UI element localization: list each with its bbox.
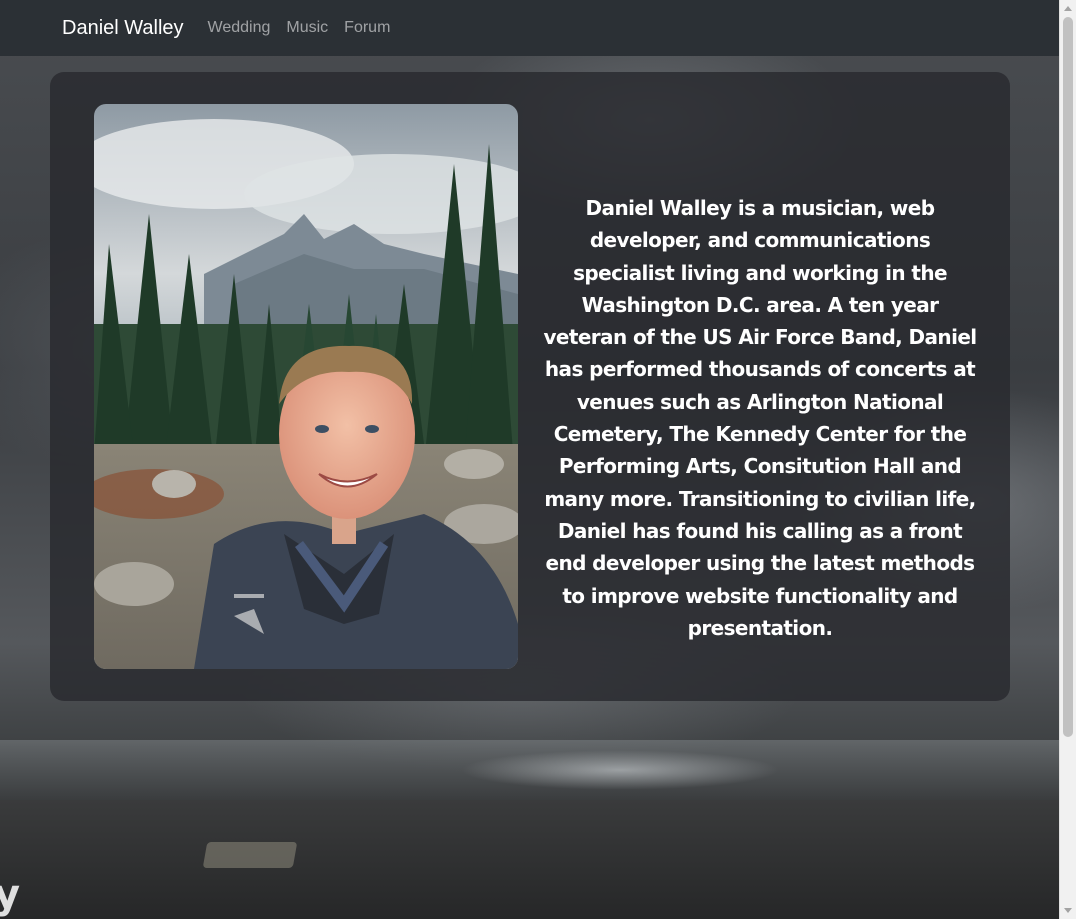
- background-edge-text: y: [0, 872, 21, 918]
- vertical-scrollbar[interactable]: [1059, 0, 1076, 919]
- background-sun-glare: [460, 750, 780, 790]
- navbar: Daniel Walley Wedding Music Forum: [0, 0, 1059, 56]
- nav-link-wedding[interactable]: Wedding: [200, 19, 279, 37]
- scrollbar-thumb[interactable]: [1063, 17, 1073, 737]
- navbar-brand[interactable]: Daniel Walley: [62, 17, 184, 40]
- profile-photo: [94, 104, 518, 669]
- nav-links: Wedding Music Forum: [200, 19, 399, 37]
- bio-text: Daniel Walley is a musician, web develop…: [543, 196, 977, 640]
- scroll-down-icon[interactable]: [1064, 908, 1072, 913]
- nav-link-forum[interactable]: Forum: [336, 19, 398, 37]
- nav-link-music[interactable]: Music: [278, 19, 336, 37]
- scroll-up-icon[interactable]: [1064, 6, 1072, 11]
- about-card: Daniel Walley is a musician, web develop…: [50, 72, 1010, 701]
- background-rock: [202, 842, 298, 868]
- background-shore: [0, 800, 1059, 919]
